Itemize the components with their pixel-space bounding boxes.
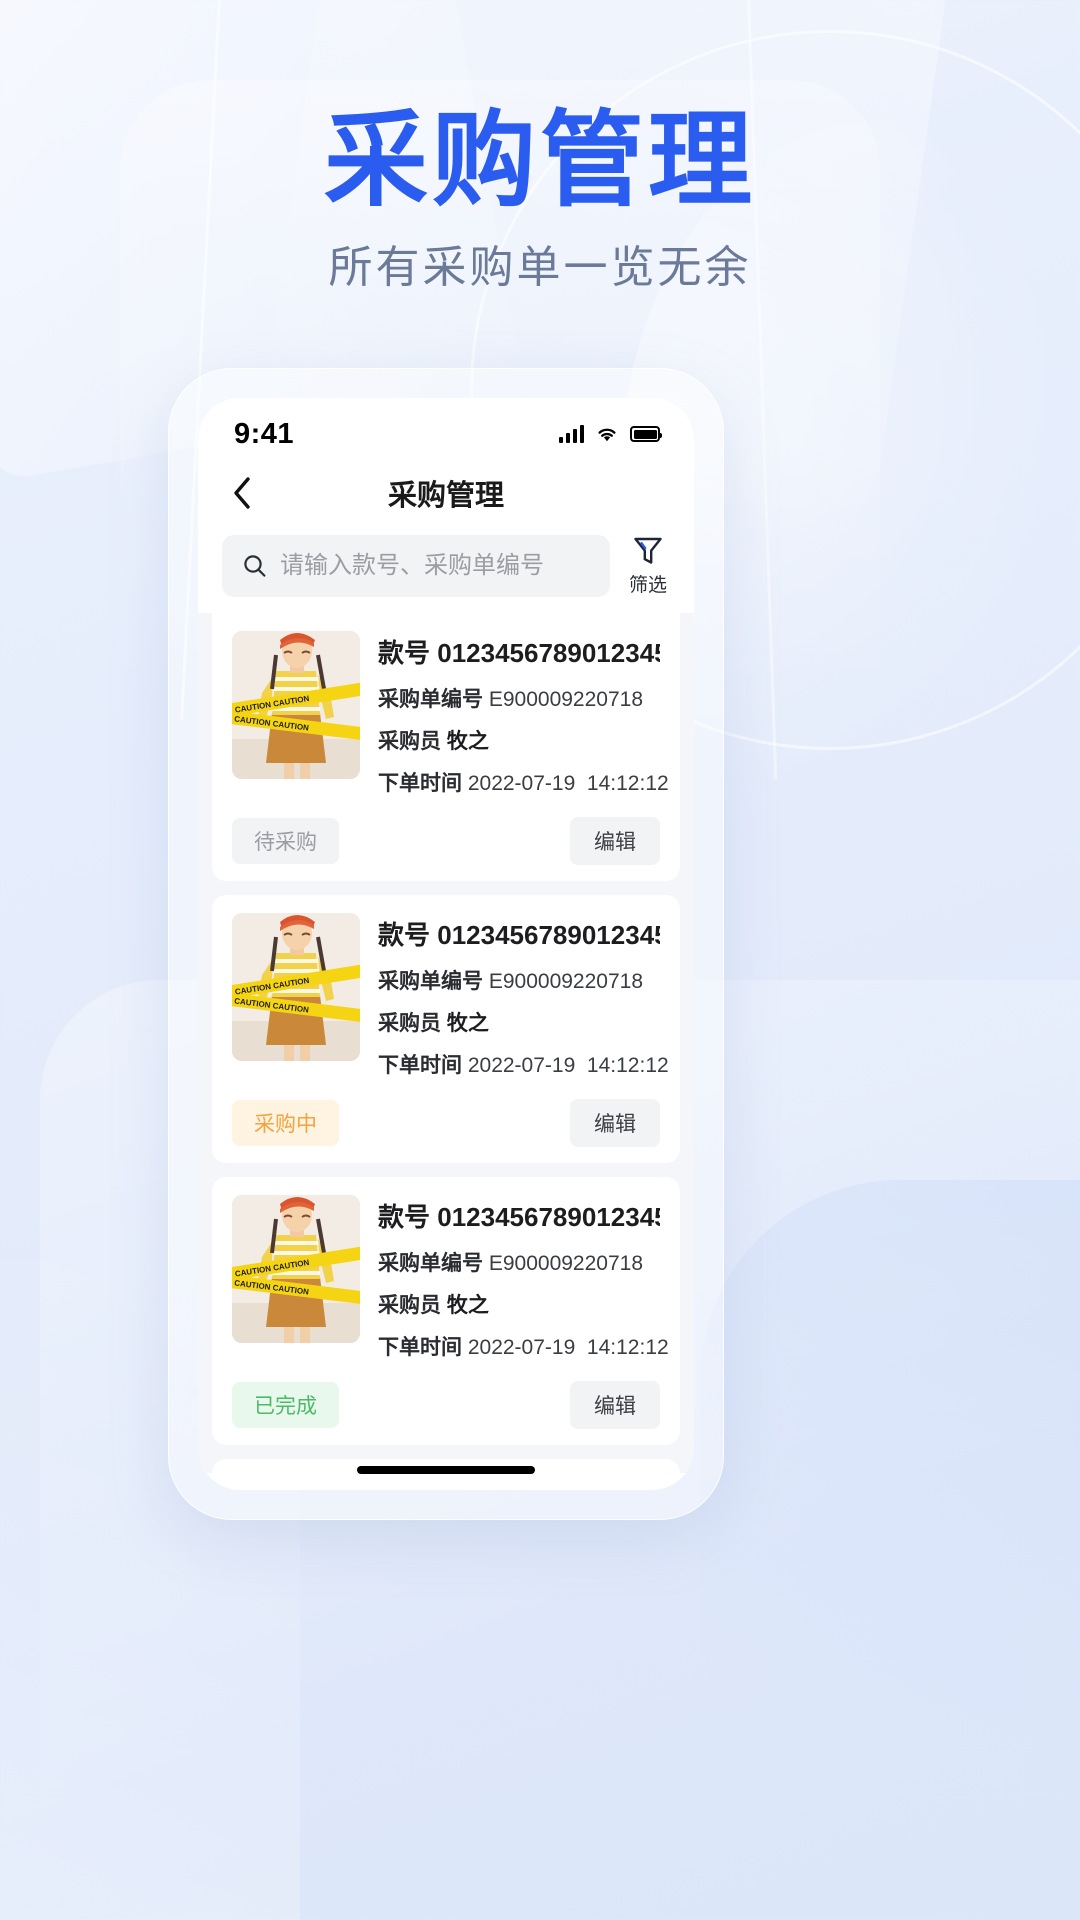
order-no-value: E900009220718 xyxy=(488,970,644,993)
style-no-label: 款号 xyxy=(378,920,431,950)
purchase-order-card-2[interactable]: CAUTION CAUTION CAUTION CAUTION 款号 01234… xyxy=(212,895,680,1163)
style-no-row: 款号 01234567890123456789 xyxy=(378,915,660,952)
product-thumbnail[interactable]: CAUTION CAUTION CAUTION CAUTION xyxy=(232,631,360,779)
order-time-value: 2022-07-19 14:12:12 xyxy=(467,1336,669,1359)
card-info: 款号 01234567890123456789 采购单编号 E900009220… xyxy=(378,631,669,809)
style-no-value: 01234567890123456789 xyxy=(437,1202,660,1232)
order-time-label: 下单时间 xyxy=(378,1054,462,1077)
buyer-label: 采购员 xyxy=(378,1012,441,1035)
product-thumbnail[interactable]: CAUTION CAUTION CAUTION CAUTION xyxy=(232,913,360,1061)
purchase-order-list[interactable]: CAUTION CAUTION CAUTION CAUTION 款号 01234… xyxy=(198,613,694,1473)
search-box[interactable] xyxy=(222,534,610,597)
battery-icon xyxy=(630,426,662,442)
edit-button[interactable]: 编辑 xyxy=(570,817,660,865)
buyer-value: 牧之 xyxy=(446,1012,489,1035)
model-photo: CAUTION CAUTION CAUTION CAUTION xyxy=(232,1195,360,1343)
status-badge: 已完成 xyxy=(232,1382,339,1428)
search-input[interactable] xyxy=(280,551,590,580)
card-footer: 采购中 编辑 xyxy=(232,1099,660,1147)
purchase-order-card-1[interactable]: CAUTION CAUTION CAUTION CAUTION 款号 01234… xyxy=(212,613,680,881)
card-footer: 待采购 编辑 xyxy=(232,817,660,865)
phone-screen: 9:41 采购管理 请输入款号、采购单编号 筛选 CAUTION CAUTION… xyxy=(198,398,694,1490)
status-time: 9:41 xyxy=(234,417,295,450)
order-time-label: 下单时间 xyxy=(378,772,462,795)
hero-section: 采购管理 所有采购单一览无余 xyxy=(0,0,1080,295)
buyer-row: 采购员 牧之 xyxy=(378,1289,660,1319)
home-indicator xyxy=(357,1466,535,1474)
card-info: 款号 01234567890123456789 采购单编号 E900009220… xyxy=(378,913,669,1091)
order-no-label: 采购单编号 xyxy=(378,688,483,711)
search-row: 筛选 xyxy=(198,528,694,613)
search-icon xyxy=(244,554,266,577)
status-bar: 9:41 xyxy=(198,398,694,458)
page-title: 采购管理 xyxy=(323,103,756,219)
card-main: CAUTION CAUTION CAUTION CAUTION 款号 01234… xyxy=(232,631,669,809)
edit-button[interactable]: 编辑 xyxy=(570,1099,660,1147)
background-panel-6 xyxy=(700,1180,1080,1920)
buyer-value: 牧之 xyxy=(446,1294,489,1317)
buyer-label: 采购员 xyxy=(378,730,441,753)
style-no-value: 01234567890123456789 xyxy=(437,920,660,950)
wifi-icon xyxy=(598,428,616,442)
order-time-row: 下单时间 2022-07-19 14:12:12 xyxy=(378,767,669,797)
order-time-label: 下单时间 xyxy=(378,1336,462,1359)
filter-label: 筛选 xyxy=(628,575,667,596)
nav-bar: 采购管理 xyxy=(198,458,694,528)
style-no-row: 款号 01234567890123456789 xyxy=(378,1197,660,1234)
buyer-value: 牧之 xyxy=(446,730,489,753)
order-no-row: 采购单编号 E900009220718 xyxy=(378,1247,660,1277)
model-photo: CAUTION CAUTION CAUTION CAUTION xyxy=(232,913,360,1061)
order-time-value: 2022-07-19 14:12:12 xyxy=(467,1054,669,1077)
order-time-row: 下单时间 2022-07-19 14:12:12 xyxy=(378,1049,669,1079)
card-main: CAUTION CAUTION CAUTION CAUTION 款号 01234… xyxy=(232,913,669,1091)
signal-icon xyxy=(558,425,584,443)
order-no-label: 采购单编号 xyxy=(378,970,483,993)
order-no-label: 采购单编号 xyxy=(378,1252,483,1275)
order-time-value: 2022-07-19 14:12:12 xyxy=(467,772,669,795)
order-no-row: 采购单编号 E900009220718 xyxy=(378,965,660,995)
edit-button[interactable]: 编辑 xyxy=(570,1381,660,1429)
buyer-row: 采购员 牧之 xyxy=(378,725,660,755)
funnel-icon xyxy=(634,537,662,564)
order-no-value: E900009220718 xyxy=(488,688,644,711)
filter-button[interactable]: 筛选 xyxy=(624,534,672,597)
product-thumbnail[interactable]: CAUTION CAUTION CAUTION CAUTION xyxy=(232,1195,360,1343)
style-no-label: 款号 xyxy=(378,638,431,668)
status-icons xyxy=(558,425,662,443)
buyer-label: 采购员 xyxy=(378,1294,441,1317)
buyer-row: 采购员 牧之 xyxy=(378,1007,660,1037)
page-subtitle: 所有采购单一览无余 xyxy=(328,243,752,293)
style-no-value: 01234567890123456789 xyxy=(437,638,660,668)
order-no-value: E900009220718 xyxy=(488,1252,644,1275)
card-info: 款号 01234567890123456789 采购单编号 E900009220… xyxy=(378,1195,669,1373)
purchase-order-card-3[interactable]: CAUTION CAUTION CAUTION CAUTION 款号 01234… xyxy=(212,1177,680,1445)
style-no-label: 款号 xyxy=(378,1202,431,1232)
card-footer: 已完成 编辑 xyxy=(232,1381,660,1429)
card-main: CAUTION CAUTION CAUTION CAUTION 款号 01234… xyxy=(232,1195,669,1373)
model-photo: CAUTION CAUTION CAUTION CAUTION xyxy=(232,631,360,779)
order-no-row: 采购单编号 E900009220718 xyxy=(378,683,660,713)
order-time-row: 下单时间 2022-07-19 14:12:12 xyxy=(378,1331,669,1361)
style-no-row: 款号 01234567890123456789 xyxy=(378,633,660,670)
status-badge: 采购中 xyxy=(232,1100,339,1146)
status-badge: 待采购 xyxy=(232,818,339,864)
nav-title: 采购管理 xyxy=(387,480,504,512)
